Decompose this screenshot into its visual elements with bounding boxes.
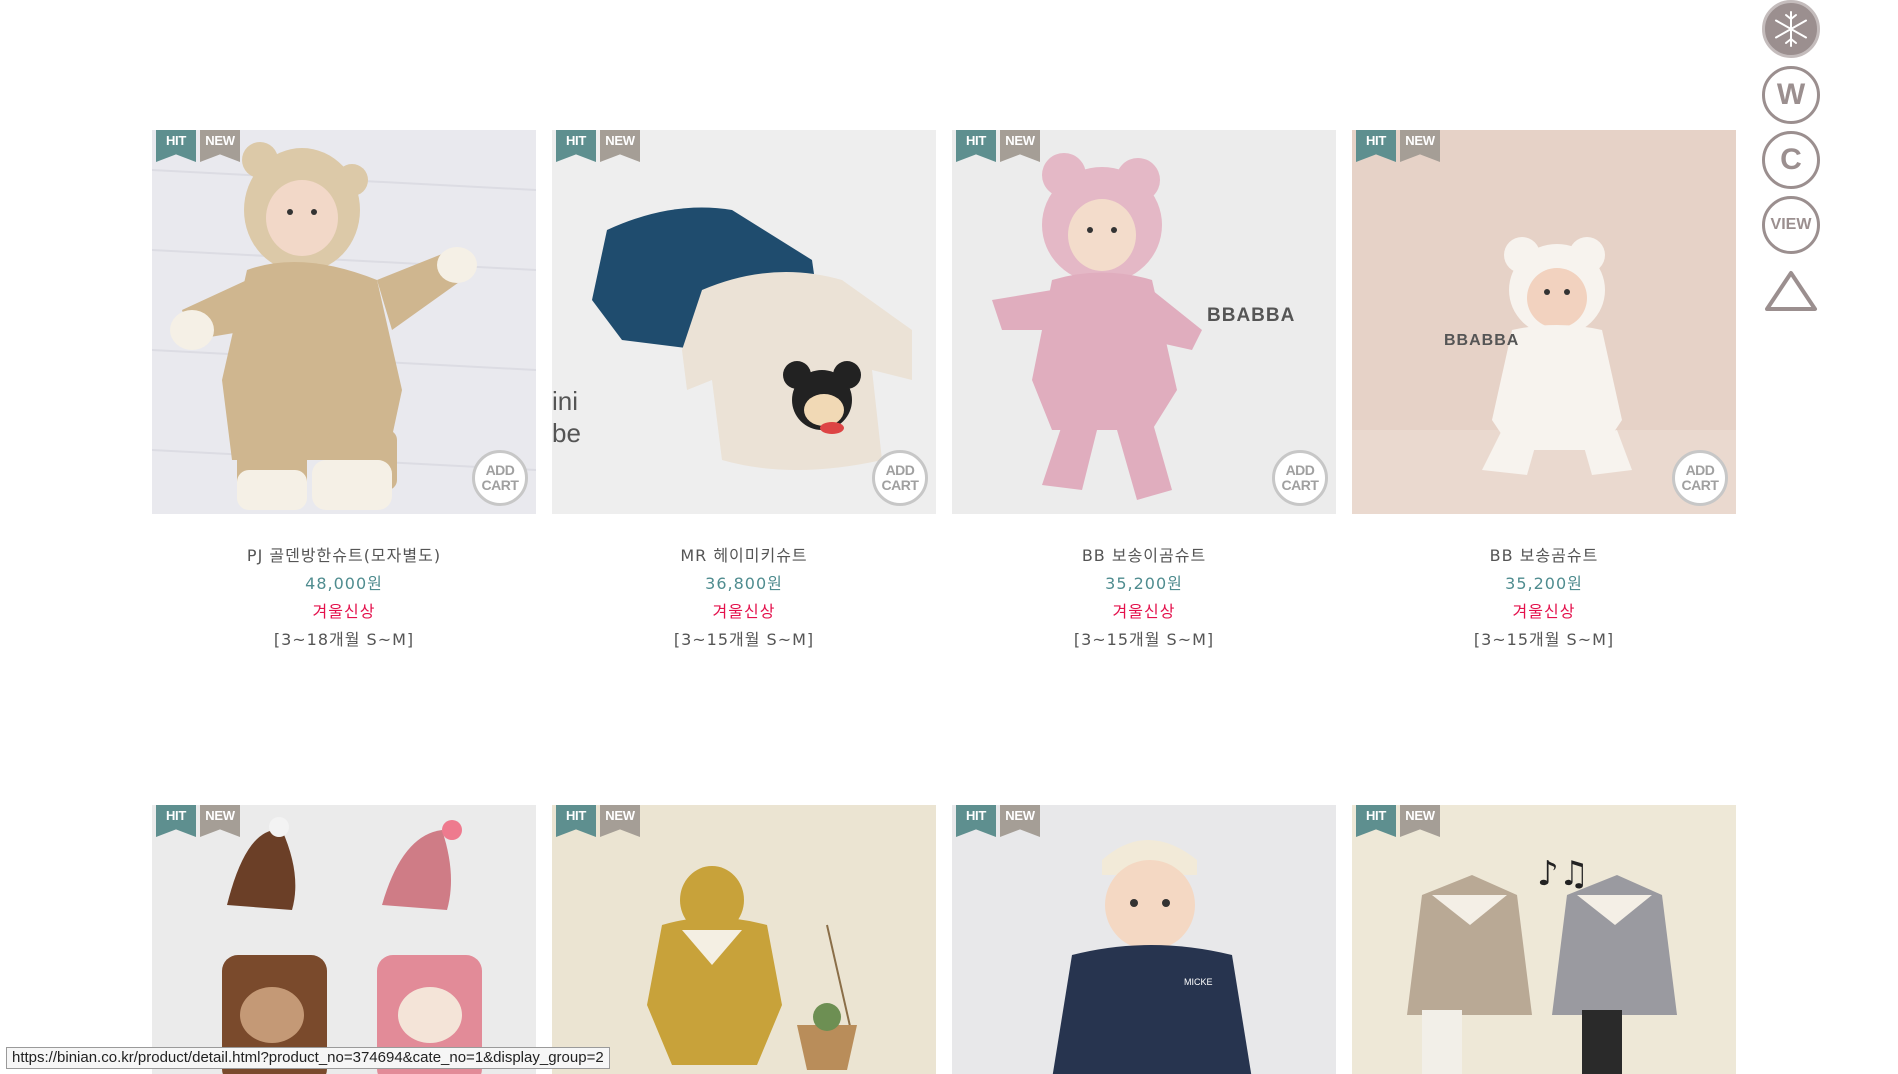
plaid-sailor-rompers-photo: ♪♫	[1352, 805, 1736, 1074]
product-tag: 겨울신상	[1112, 602, 1176, 621]
product-price: 36,800원	[705, 574, 783, 593]
product-price: 35,200원	[1105, 574, 1183, 593]
product-name[interactable]: PJ 골덴방한슈트(모자별도)	[152, 542, 536, 570]
product-image[interactable]: HIT NEW ADD CART	[152, 130, 536, 514]
product-card[interactable]: BBABBA HIT NEW ADD CART BB 보송곰슈트 35,200원…	[1352, 130, 1736, 654]
recent-view-button[interactable]: VIEW	[1762, 196, 1820, 254]
add-cart-button[interactable]: ADD CART	[1672, 450, 1728, 506]
product-card[interactable]: BBABBA HIT NEW ADD CART BB 보송이곰슈트 35,200…	[952, 130, 1336, 654]
svg-text:be: be	[552, 418, 581, 448]
product-info: BB 보송곰슈트 35,200원 겨울신상 [3~15개월 S~M]	[1352, 514, 1736, 654]
product-size: [3~15개월 S~M]	[673, 630, 815, 649]
product-card[interactable]: HIT NEW ADD CART PJ 골덴방한슈트(모자별도) 48,000원…	[152, 130, 536, 654]
product-image[interactable]: HIT NEW	[152, 805, 536, 1074]
white-bear-suit-photo	[1352, 130, 1736, 514]
product-card[interactable]: HIT NEW	[152, 805, 536, 1074]
product-tag: 겨울신상	[1512, 602, 1576, 621]
mickey-sweatshirt-photo: ini be	[552, 130, 936, 514]
product-image[interactable]: BBABBA HIT NEW ADD CART	[1352, 130, 1736, 514]
product-tag: 겨울신상	[312, 602, 376, 621]
product-card[interactable]: ini be HIT NEW ADD CART MR 헤이미키슈트 36,800…	[552, 130, 936, 654]
product-tag: 겨울신상	[712, 602, 776, 621]
product-name[interactable]: BB 보송이곰슈트	[952, 542, 1336, 570]
status-bar-url: https://binian.co.kr/product/detail.html…	[6, 1047, 610, 1069]
product-card[interactable]: ♪♫ HIT NEW	[1352, 805, 1736, 1074]
product-image[interactable]: HIT NEW	[552, 805, 936, 1074]
product-price: 48,000원	[305, 574, 383, 593]
product-size: [3~18개월 S~M]	[273, 630, 415, 649]
product-name[interactable]: BB 보송곰슈트	[1352, 542, 1736, 570]
brand-label: BBABBA	[1444, 332, 1520, 349]
brand-label: BBABBA	[1207, 305, 1296, 326]
navy-mickey-suit-photo: MICKE	[952, 805, 1336, 1074]
baby-corduroy-suit-photo	[152, 130, 536, 514]
svg-text:MICKE: MICKE	[1184, 977, 1213, 987]
wishlist-w-button[interactable]: W	[1762, 66, 1820, 124]
product-price: 35,200원	[1505, 574, 1583, 593]
product-size: [3~15개월 S~M]	[1073, 630, 1215, 649]
cart-c-button[interactable]: C	[1762, 131, 1820, 189]
product-grid-row-2: HIT NEW HIT NEW MICKE HIT NEW ♪♫ HIT NEW	[152, 805, 1736, 1074]
up-triangle-icon[interactable]	[1762, 262, 1820, 320]
add-cart-button[interactable]: ADD CART	[872, 450, 928, 506]
product-image[interactable]: ♪♫ HIT NEW	[1352, 805, 1736, 1074]
product-name[interactable]: MR 헤이미키슈트	[552, 542, 936, 570]
product-grid-row-1: HIT NEW ADD CART PJ 골덴방한슈트(모자별도) 48,000원…	[152, 130, 1736, 654]
svg-text:♪♫: ♪♫	[1537, 854, 1589, 894]
product-image[interactable]: ini be HIT NEW ADD CART	[552, 130, 936, 514]
add-cart-button[interactable]: ADD CART	[472, 450, 528, 506]
svg-text:ini: ini	[552, 386, 578, 416]
product-image[interactable]: MICKE HIT NEW	[952, 805, 1336, 1074]
product-info: BB 보송이곰슈트 35,200원 겨울신상 [3~15개월 S~M]	[952, 514, 1336, 654]
add-cart-button[interactable]: ADD CART	[1272, 450, 1328, 506]
snowflake-icon[interactable]	[1762, 0, 1820, 58]
mustard-bodysuit-photo	[552, 805, 936, 1074]
product-size: [3~15개월 S~M]	[1473, 630, 1615, 649]
product-card[interactable]: MICKE HIT NEW	[952, 805, 1336, 1074]
bear-overalls-photo	[152, 805, 536, 1074]
product-info: MR 헤이미키슈트 36,800원 겨울신상 [3~15개월 S~M]	[552, 514, 936, 654]
product-info: PJ 골덴방한슈트(모자별도) 48,000원 겨울신상 [3~18개월 S~M…	[152, 514, 536, 654]
product-image[interactable]: BBABBA HIT NEW ADD CART	[952, 130, 1336, 514]
product-card[interactable]: HIT NEW	[552, 805, 936, 1074]
